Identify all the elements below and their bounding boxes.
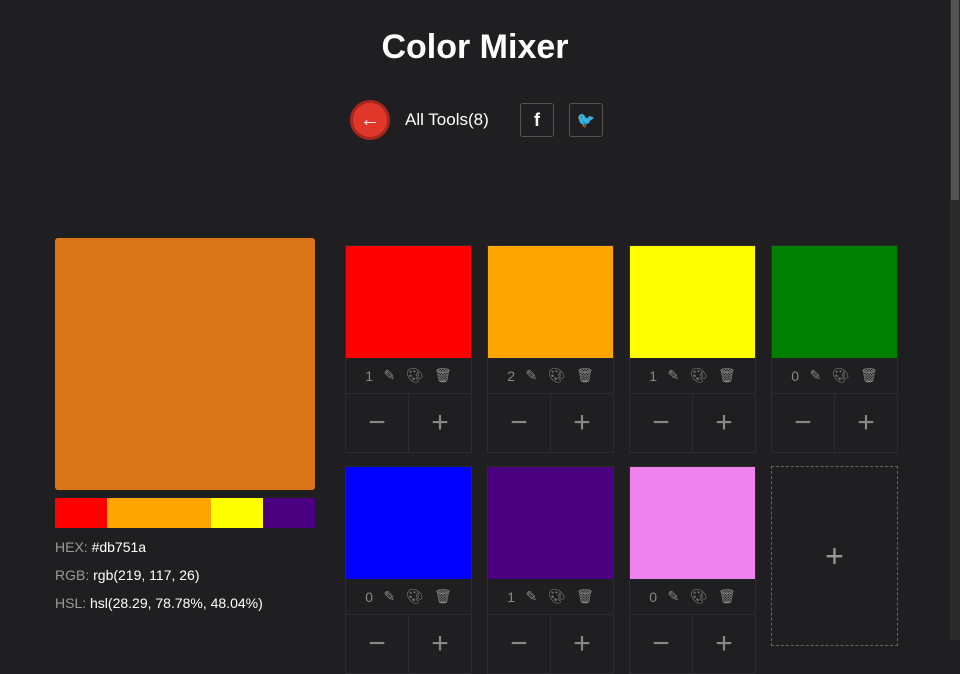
twitter-icon: 🐦 [576, 112, 596, 129]
increase-button[interactable]: + [551, 394, 613, 452]
nav-bar: ← All Tools(8) f 🐦 [350, 100, 618, 140]
mixed-color-preview [55, 238, 315, 490]
color-swatch [772, 246, 897, 358]
color-card: 1 ✎ 🎨︎ 🗑︎ − + [629, 245, 756, 453]
color-controls: 1 ✎ 🎨︎ 🗑︎ [346, 358, 471, 394]
color-controls: 1 ✎ 🎨︎ 🗑︎ [630, 358, 755, 394]
palette-icon[interactable]: 🎨︎ [406, 367, 424, 384]
color-count: 1 [507, 588, 516, 605]
decrease-button[interactable]: − [630, 394, 693, 452]
plus-icon: + [825, 537, 844, 574]
page-title: Color Mixer [381, 28, 569, 66]
increase-button[interactable]: + [693, 615, 755, 673]
back-button[interactable]: ← [350, 100, 390, 140]
pencil-icon[interactable]: ✎ [526, 367, 538, 384]
color-swatch [630, 246, 755, 358]
color-count: 1 [365, 367, 374, 384]
color-controls: 2 ✎ 🎨︎ 🗑︎ [488, 358, 613, 394]
all-tools-link[interactable]: All Tools(8) [405, 110, 520, 130]
color-controls: 0 ✎ 🎨︎ 🗑︎ [772, 358, 897, 394]
palette-icon[interactable]: 🎨︎ [406, 588, 424, 605]
palette-icon[interactable]: 🎨︎ [548, 367, 566, 384]
palette-icon[interactable]: 🎨︎ [690, 367, 708, 384]
increase-button[interactable]: + [835, 394, 897, 452]
color-swatch [346, 246, 471, 358]
hsl-value: HSL: hsl(28.29, 78.78%, 48.04%) [55, 595, 263, 611]
rgb-value: RGB: rgb(219, 117, 26) [55, 567, 200, 583]
pencil-icon[interactable]: ✎ [668, 367, 680, 384]
color-swatch [488, 246, 613, 358]
trash-icon[interactable]: 🗑︎ [718, 367, 736, 384]
palette-icon[interactable]: 🎨︎ [690, 588, 708, 605]
color-count: 0 [791, 367, 800, 384]
color-card: 0 ✎ 🎨︎ 🗑︎ − + [629, 466, 756, 674]
increase-button[interactable]: + [409, 615, 471, 673]
mix-ratio-bar [55, 498, 315, 528]
arrow-left-icon: ← [360, 108, 380, 131]
color-card: 1 ✎ 🎨︎ 🗑︎ − + [487, 466, 614, 674]
color-count: 0 [649, 588, 658, 605]
palette-icon[interactable]: 🎨︎ [832, 367, 850, 384]
decrease-button[interactable]: − [772, 394, 835, 452]
pencil-icon[interactable]: ✎ [526, 588, 538, 605]
color-controls: 1 ✎ 🎨︎ 🗑︎ [488, 579, 613, 615]
trash-icon[interactable]: 🗑︎ [434, 367, 452, 384]
pencil-icon[interactable]: ✎ [384, 588, 396, 605]
color-controls: 0 ✎ 🎨︎ 🗑︎ [346, 579, 471, 615]
color-swatch [346, 467, 471, 579]
color-swatch [630, 467, 755, 579]
mix-segment [211, 498, 263, 528]
color-count: 1 [649, 367, 658, 384]
mix-segment [107, 498, 211, 528]
decrease-button[interactable]: − [346, 615, 409, 673]
color-card: 0 ✎ 🎨︎ 🗑︎ − + [771, 245, 898, 453]
facebook-icon: f [534, 109, 540, 130]
color-card: 1 ✎ 🎨︎ 🗑︎ − + [345, 245, 472, 453]
scrollbar-thumb[interactable] [951, 0, 959, 200]
decrease-button[interactable]: − [488, 394, 551, 452]
pencil-icon[interactable]: ✎ [668, 588, 680, 605]
trash-icon[interactable]: 🗑︎ [434, 588, 452, 605]
decrease-button[interactable]: − [630, 615, 693, 673]
pencil-icon[interactable]: ✎ [384, 367, 396, 384]
increase-button[interactable]: + [693, 394, 755, 452]
trash-icon[interactable]: 🗑︎ [718, 588, 736, 605]
decrease-button[interactable]: − [346, 394, 409, 452]
trash-icon[interactable]: 🗑︎ [860, 367, 878, 384]
color-swatch [488, 467, 613, 579]
increase-button[interactable]: + [409, 394, 471, 452]
pencil-icon[interactable]: ✎ [810, 367, 822, 384]
increase-button[interactable]: + [551, 615, 613, 673]
color-controls: 0 ✎ 🎨︎ 🗑︎ [630, 579, 755, 615]
scrollbar[interactable] [950, 0, 960, 640]
palette-icon[interactable]: 🎨︎ [548, 588, 566, 605]
twitter-share-button[interactable]: 🐦 [569, 103, 603, 137]
trash-icon[interactable]: 🗑︎ [576, 367, 594, 384]
facebook-share-button[interactable]: f [520, 103, 554, 137]
color-count: 2 [507, 367, 516, 384]
color-card: 2 ✎ 🎨︎ 🗑︎ − + [487, 245, 614, 453]
decrease-button[interactable]: − [488, 615, 551, 673]
hex-value: HEX: #db751a [55, 539, 147, 555]
add-color-button[interactable]: + [771, 466, 898, 646]
mix-segment [55, 498, 107, 528]
color-count: 0 [365, 588, 374, 605]
mix-segment [263, 498, 315, 528]
color-card: 0 ✎ 🎨︎ 🗑︎ − + [345, 466, 472, 674]
trash-icon[interactable]: 🗑︎ [576, 588, 594, 605]
